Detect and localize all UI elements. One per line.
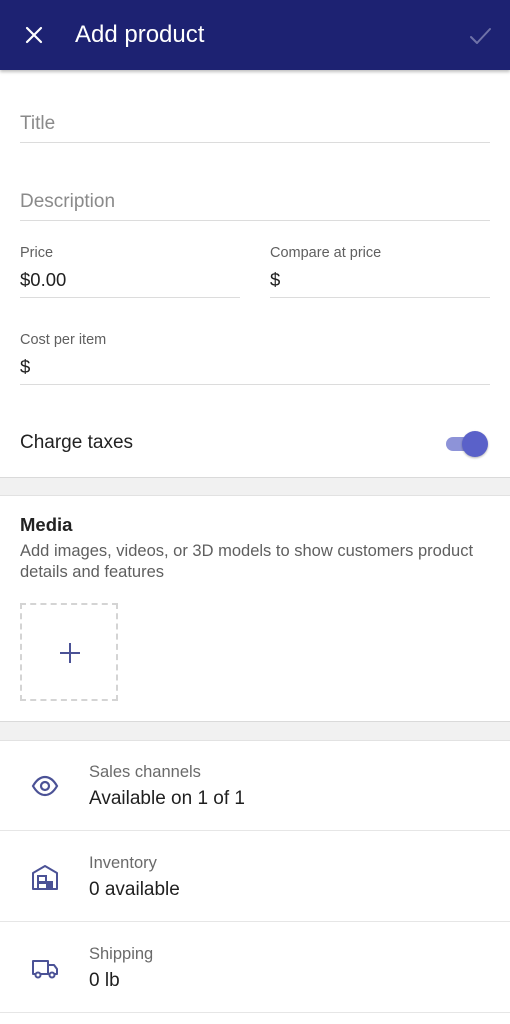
media-description: Add images, videos, or 3D models to show…: [20, 542, 474, 581]
compare-at-price-field[interactable]: Compare at price $: [270, 240, 490, 298]
inventory-label: Inventory: [89, 854, 157, 872]
cost-per-item-field[interactable]: Cost per item $: [20, 327, 490, 385]
check-icon[interactable]: [467, 23, 493, 49]
media-title: Media: [20, 514, 73, 535]
title-placeholder: Title: [20, 113, 56, 134]
description-placeholder: Description: [20, 191, 116, 212]
app-bar: Add product: [0, 0, 510, 70]
inventory-value: 0 available: [89, 879, 180, 900]
compare-at-price-label: Compare at price: [270, 245, 382, 261]
section-divider: [0, 477, 510, 496]
price-field[interactable]: Price $0.00: [20, 240, 240, 298]
close-icon[interactable]: [22, 23, 46, 47]
sales-channels-value: Available on 1 of 1: [89, 788, 245, 809]
cost-per-item-value: $: [20, 356, 31, 377]
sales-channels-row[interactable]: Sales channels Available on 1 of 1: [0, 741, 510, 831]
cost-per-item-label: Cost per item: [20, 332, 107, 348]
title-field[interactable]: Title: [20, 104, 490, 143]
charge-taxes-label: Charge taxes: [20, 432, 134, 453]
charge-taxes-toggle[interactable]: [446, 431, 488, 457]
section-divider: [0, 721, 510, 741]
description-field[interactable]: Description: [20, 182, 490, 221]
sales-channels-label: Sales channels: [89, 763, 201, 781]
add-media-button[interactable]: [20, 603, 118, 701]
shipping-label: Shipping: [89, 945, 154, 963]
eye-icon: [31, 775, 59, 797]
truck-icon: [32, 960, 58, 979]
shipping-row[interactable]: Shipping 0 lb: [0, 923, 510, 1013]
inventory-row[interactable]: Inventory 0 available: [0, 832, 510, 922]
page-title: Add product: [75, 21, 205, 48]
plus-icon: [60, 643, 80, 663]
shipping-value: 0 lb: [89, 970, 120, 991]
toggle-thumb: [462, 431, 488, 457]
compare-at-price-value: $: [270, 269, 281, 290]
warehouse-icon: [32, 865, 58, 890]
price-value: $0.00: [20, 269, 67, 290]
price-label: Price: [20, 245, 54, 261]
